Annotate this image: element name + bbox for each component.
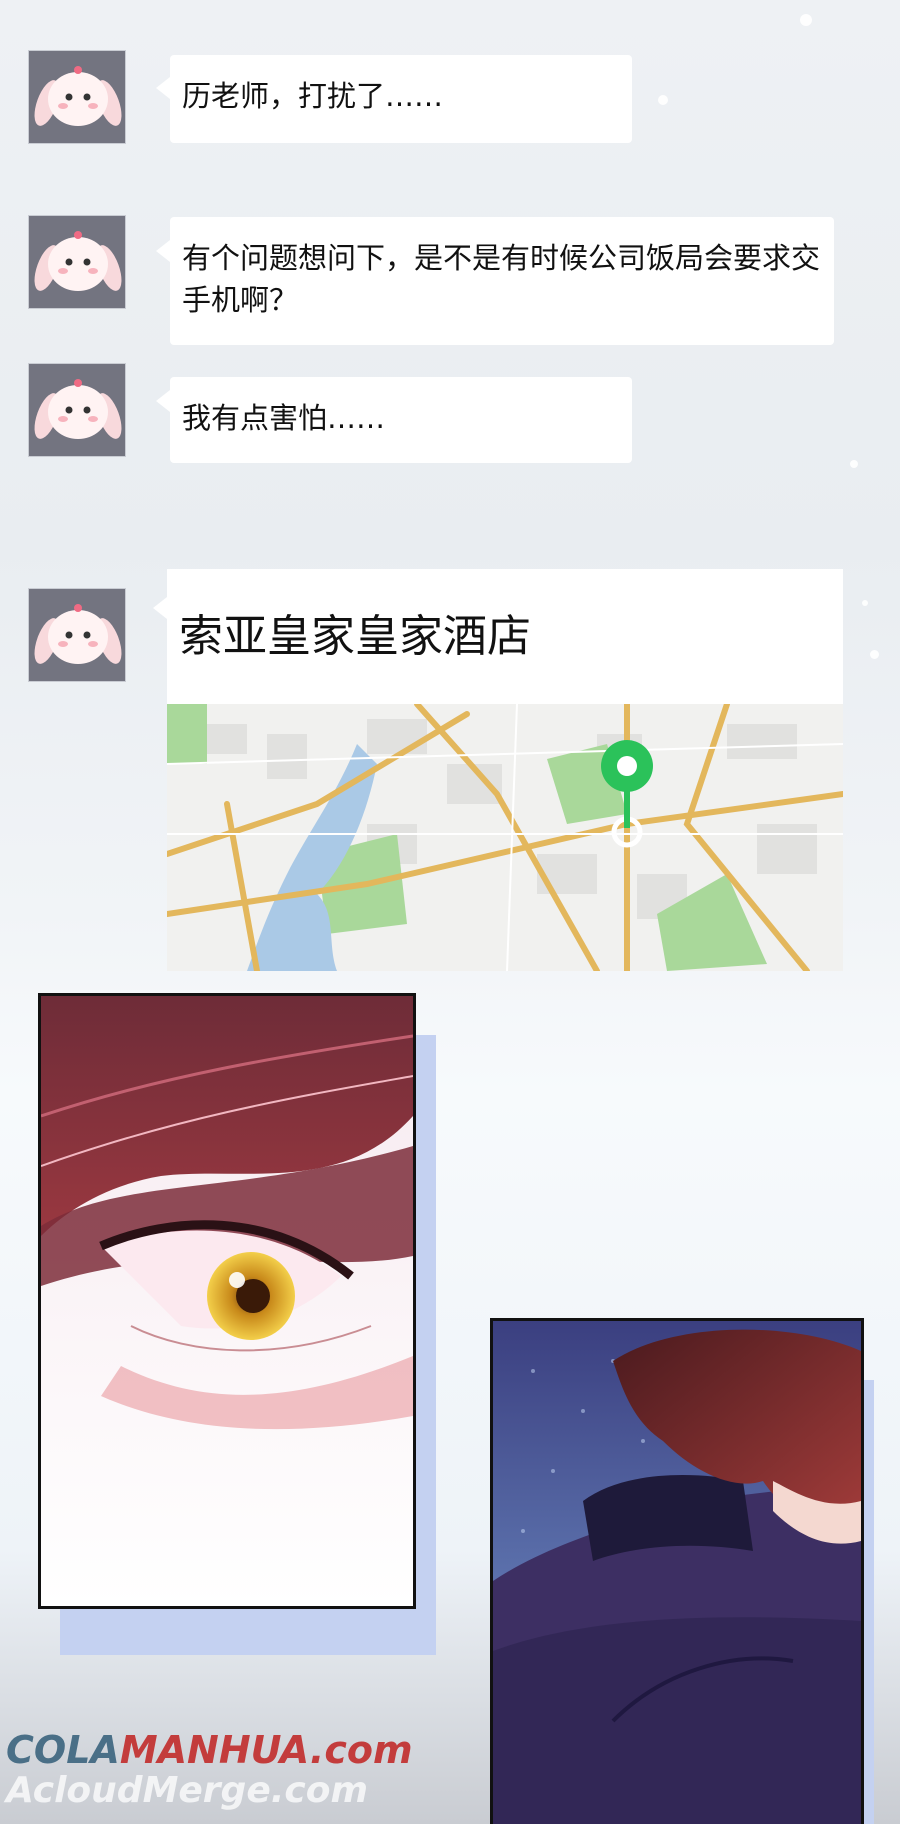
bunny-avatar — [28, 588, 126, 682]
bunny-avatar — [28, 215, 126, 309]
message-bubble: 有个问题想问下，是不是有时候公司饭局会要求交手机啊？ — [170, 217, 834, 345]
watermark: COLAMANHUA.com — [6, 1728, 413, 1772]
bunny-avatar-image — [29, 364, 125, 456]
location-name: 索亚皇家皇家酒店 — [167, 569, 843, 704]
bubble-tail — [156, 390, 170, 412]
sparkle — [850, 460, 858, 468]
map-preview — [167, 704, 843, 971]
bubble-tail — [156, 77, 170, 99]
sparkle — [800, 14, 812, 26]
sparkle — [870, 650, 879, 659]
message-text: 历老师，打扰了…… — [182, 79, 444, 113]
sparkle — [862, 600, 868, 606]
bunny-avatar-image — [29, 589, 125, 681]
man-illustration — [493, 1321, 861, 1824]
bunny-avatar — [28, 363, 126, 457]
eye-illustration — [41, 996, 413, 1606]
man-back-panel — [490, 1318, 864, 1824]
eye-closeup-panel — [38, 993, 416, 1609]
watermark-domain: AcloudMerge.com — [6, 1770, 369, 1811]
bunny-avatar-image — [29, 216, 125, 308]
message-text: 有个问题想问下，是不是有时候公司饭局会要求交手机啊？ — [182, 241, 821, 317]
watermark-secondary: AcloudMerge.com — [6, 1770, 368, 1811]
watermark-brand-b: MANHUA.com — [119, 1728, 413, 1772]
bunny-avatar — [28, 50, 126, 144]
watermark-brand-a: COLA — [6, 1728, 120, 1772]
bunny-avatar-image — [29, 51, 125, 143]
message-text: 我有点害怕…… — [182, 401, 386, 435]
bubble-tail — [153, 597, 167, 619]
sparkle — [658, 95, 668, 105]
message-bubble: 历老师，打扰了…… — [170, 55, 632, 143]
location-card[interactable]: 索亚皇家皇家酒店 — [167, 569, 843, 971]
message-bubble: 我有点害怕…… — [170, 377, 632, 463]
bubble-tail — [156, 240, 170, 262]
